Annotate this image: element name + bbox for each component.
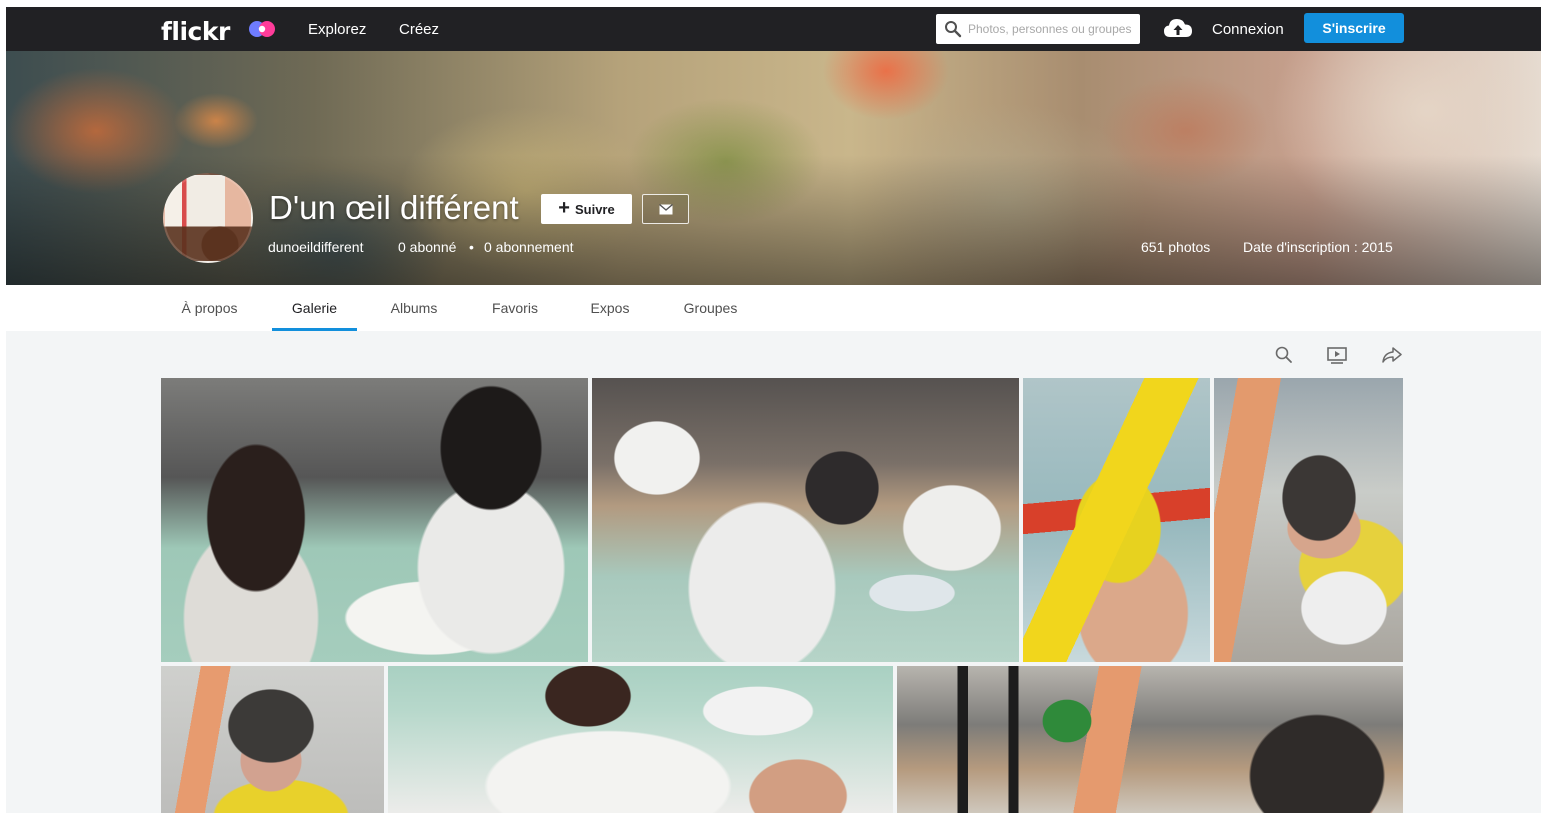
upload-cloud-icon[interactable] [1163, 17, 1193, 39]
tab-expos[interactable]: Expos [582, 285, 638, 331]
gallery-photo[interactable] [161, 666, 384, 813]
flickr-logo[interactable]: flickr [161, 17, 230, 46]
gallery-photo[interactable] [897, 666, 1403, 813]
gallery-photo[interactable] [1214, 378, 1403, 662]
tab-favorites[interactable]: Favoris [483, 285, 547, 331]
profile-name: D'un œil différent [269, 189, 519, 226]
photo-count: 651 photos [1141, 239, 1211, 255]
share-icon[interactable] [1381, 345, 1403, 365]
tab-about[interactable]: À propos [173, 285, 246, 331]
tab-groups[interactable]: Groupes [675, 285, 746, 331]
tab-albums[interactable]: Albums [382, 285, 446, 331]
search-icon [945, 21, 962, 38]
photo-gallery [6, 331, 1541, 813]
meta-separator: • [469, 239, 474, 255]
gallery-photo[interactable] [161, 378, 588, 662]
gallery-photo[interactable] [388, 666, 893, 813]
join-date: Date d'inscription : 2015 [1243, 239, 1393, 255]
nav-explore-link[interactable]: Explorez [308, 21, 366, 38]
login-link[interactable]: Connexion [1212, 21, 1284, 38]
search-box[interactable] [936, 14, 1140, 44]
nav-create-link[interactable]: Créez [399, 21, 439, 38]
cover-banner: D'un œil différent + Suivre dunoeildiffe… [6, 51, 1541, 285]
slideshow-icon[interactable] [1326, 345, 1348, 365]
followers-count[interactable]: 0 abonné [398, 239, 456, 255]
following-count[interactable]: 0 abonnement [484, 239, 574, 255]
profile-tabs: À propos Galerie Albums Favoris Expos Gr… [6, 285, 1541, 331]
top-navigation-bar: flickr Explorez Créez Connexion S'inscri… [6, 7, 1541, 51]
mail-icon [659, 204, 673, 215]
pro-badge-icon [249, 21, 275, 37]
tab-gallery[interactable]: Galerie [272, 285, 357, 331]
signup-button[interactable]: S'inscrire [1304, 13, 1404, 43]
profile-username: dunoeildifferent [268, 239, 364, 255]
search-icon[interactable] [1274, 345, 1294, 365]
gallery-photo[interactable] [1023, 378, 1210, 662]
follow-label: Suivre [574, 201, 615, 217]
message-button[interactable] [642, 194, 689, 224]
plus-icon: + [558, 197, 570, 219]
avatar[interactable] [163, 173, 253, 263]
follow-button[interactable]: + Suivre [541, 194, 632, 224]
gallery-photo[interactable] [592, 378, 1019, 662]
search-input[interactable] [968, 14, 1136, 44]
